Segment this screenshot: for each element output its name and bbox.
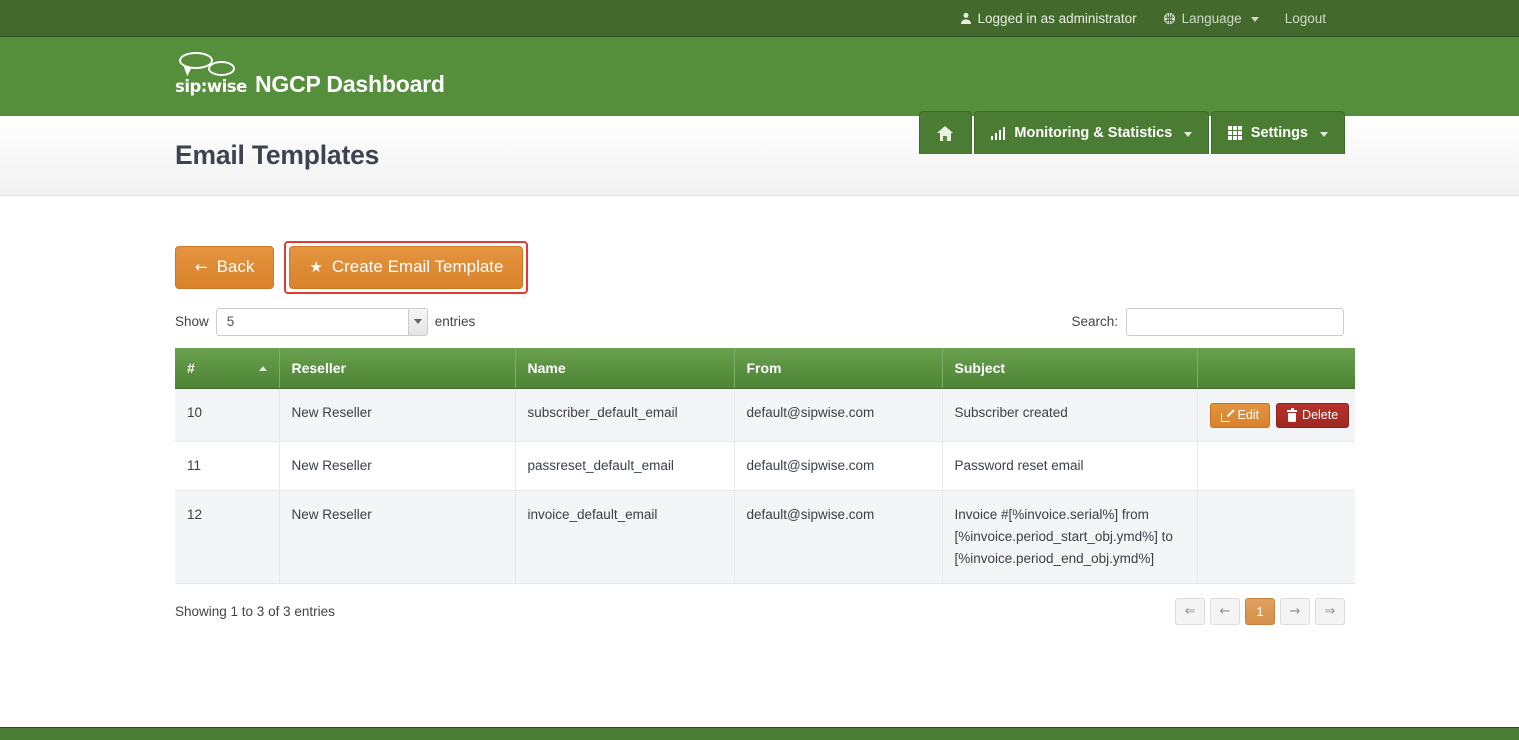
- email-templates-table: # Reseller Name From Subject: [175, 348, 1355, 584]
- search-control: Search:: [1071, 308, 1344, 336]
- create-email-template-button[interactable]: ★ Create Email Template: [289, 246, 523, 289]
- cell-actions: [1197, 491, 1355, 584]
- site-footer-bar: [0, 727, 1519, 740]
- user-icon: [960, 12, 972, 24]
- cell-subject: Password reset email: [942, 442, 1197, 491]
- column-label-from: From: [747, 360, 782, 376]
- table-body: 10 New Reseller subscriber_default_email…: [175, 388, 1355, 583]
- language-menu[interactable]: Language: [1150, 11, 1272, 26]
- cell-subject: Invoice #[%invoice.serial%] from [%invoi…: [942, 491, 1197, 584]
- search-label: Search:: [1071, 314, 1118, 329]
- cell-id: 11: [175, 442, 279, 491]
- column-header-from[interactable]: From: [734, 348, 942, 389]
- column-label-name: Name: [528, 360, 566, 376]
- cell-name: invoice_default_email: [515, 491, 734, 584]
- entries-label: entries: [435, 314, 476, 329]
- home-icon: [937, 126, 954, 141]
- chevron-down-icon: [1251, 17, 1259, 22]
- pagination-next[interactable]: →: [1280, 598, 1310, 625]
- cell-from: default@sipwise.com: [734, 388, 942, 442]
- nav-settings[interactable]: Settings: [1211, 111, 1345, 154]
- chevron-down-icon: [408, 309, 427, 335]
- brand-title: NGCP Dashboard: [255, 71, 445, 99]
- cell-from: default@sipwise.com: [734, 442, 942, 491]
- site-header: sip:wise NGCP Dashboard Monitoring & Sta…: [0, 37, 1519, 116]
- column-header-actions: [1197, 348, 1355, 389]
- column-header-name[interactable]: Name: [515, 348, 734, 389]
- main-navigation: Monitoring & Statistics Settings: [919, 111, 1345, 154]
- cell-subject: Subscriber created: [942, 388, 1197, 442]
- nav-home-button[interactable]: [919, 111, 972, 154]
- table-header: # Reseller Name From Subject: [175, 348, 1355, 389]
- main-content: ← Back ★ Create Email Template Show 5 en…: [0, 196, 1519, 625]
- page-length-control: Show 5 entries: [175, 308, 475, 336]
- action-button-row: ← Back ★ Create Email Template: [175, 241, 1344, 294]
- logout-label: Logout: [1285, 11, 1326, 26]
- page-title: Email Templates: [175, 140, 379, 171]
- delete-button[interactable]: Delete: [1276, 403, 1349, 429]
- speech-bubbles-icon: sip:wise: [175, 51, 247, 99]
- table-row[interactable]: 12 New Reseller invoice_default_email de…: [175, 491, 1355, 584]
- search-input[interactable]: [1126, 308, 1344, 336]
- table-info: Showing 1 to 3 of 3 entries: [175, 604, 335, 619]
- cell-reseller: New Reseller: [279, 388, 515, 442]
- pagination: ⇐ ← 1 → ⇒: [1175, 598, 1345, 625]
- bar-chart-icon: [991, 127, 1006, 140]
- column-header-subject[interactable]: Subject: [942, 348, 1197, 389]
- page-length-select[interactable]: 5: [216, 308, 428, 336]
- star-icon: ★: [309, 260, 322, 275]
- table-row[interactable]: 10 New Reseller subscriber_default_email…: [175, 388, 1355, 442]
- logged-in-label: Logged in as administrator: [978, 11, 1137, 26]
- trash-icon: [1287, 410, 1297, 422]
- cell-reseller: New Reseller: [279, 491, 515, 584]
- globe-icon: [1163, 12, 1176, 25]
- chevron-down-icon: [1184, 132, 1192, 137]
- row-action-group: Edit Delete: [1210, 402, 1344, 429]
- cell-actions: Edit Delete: [1197, 388, 1355, 442]
- cell-reseller: New Reseller: [279, 442, 515, 491]
- cell-name: subscriber_default_email: [515, 388, 734, 442]
- logged-in-user: Logged in as administrator: [947, 11, 1150, 26]
- pencil-square-icon: [1221, 410, 1233, 422]
- brand-logo-link[interactable]: sip:wise NGCP Dashboard: [175, 51, 445, 99]
- column-label-subject: Subject: [955, 360, 1006, 376]
- nav-monitoring-label: Monitoring & Statistics: [1014, 125, 1172, 141]
- page-length-value: 5: [227, 314, 235, 329]
- table-row[interactable]: 11 New Reseller passreset_default_email …: [175, 442, 1355, 491]
- table-footer: Showing 1 to 3 of 3 entries ⇐ ← 1 → ⇒: [175, 598, 1345, 625]
- pagination-first[interactable]: ⇐: [1175, 598, 1205, 625]
- cell-from: default@sipwise.com: [734, 491, 942, 584]
- grid-icon: [1228, 126, 1242, 140]
- pagination-last[interactable]: ⇒: [1315, 598, 1345, 625]
- back-button-label: Back: [217, 258, 255, 277]
- cell-actions: [1197, 442, 1355, 491]
- sipwise-wordmark: sip:wise: [175, 77, 247, 96]
- edit-button[interactable]: Edit: [1210, 403, 1271, 429]
- pagination-previous[interactable]: ←: [1210, 598, 1240, 625]
- show-label: Show: [175, 314, 209, 329]
- cell-id: 12: [175, 491, 279, 584]
- create-email-template-label: Create Email Template: [332, 258, 504, 277]
- pagination-page-1[interactable]: 1: [1245, 598, 1275, 625]
- delete-button-label: Delete: [1302, 409, 1338, 423]
- logout-link[interactable]: Logout: [1272, 11, 1339, 26]
- table-header-row: # Reseller Name From Subject: [175, 348, 1355, 389]
- sort-ascending-icon: [259, 366, 267, 371]
- column-header-id[interactable]: #: [175, 348, 279, 389]
- cell-id: 10: [175, 388, 279, 442]
- arrow-left-icon: ←: [195, 260, 208, 275]
- column-label-id: #: [187, 360, 195, 376]
- column-header-reseller[interactable]: Reseller: [279, 348, 515, 389]
- table-controls: Show 5 entries Search:: [175, 308, 1344, 336]
- nav-settings-label: Settings: [1251, 125, 1308, 141]
- nav-monitoring-statistics[interactable]: Monitoring & Statistics: [974, 111, 1209, 154]
- cell-name: passreset_default_email: [515, 442, 734, 491]
- utility-bar: Logged in as administrator Language Logo…: [0, 0, 1519, 37]
- column-label-reseller: Reseller: [292, 360, 346, 376]
- chevron-down-icon: [1320, 132, 1328, 137]
- back-button[interactable]: ← Back: [175, 246, 274, 289]
- language-label: Language: [1182, 11, 1242, 26]
- edit-button-label: Edit: [1238, 409, 1260, 423]
- create-email-template-highlight: ★ Create Email Template: [284, 241, 528, 294]
